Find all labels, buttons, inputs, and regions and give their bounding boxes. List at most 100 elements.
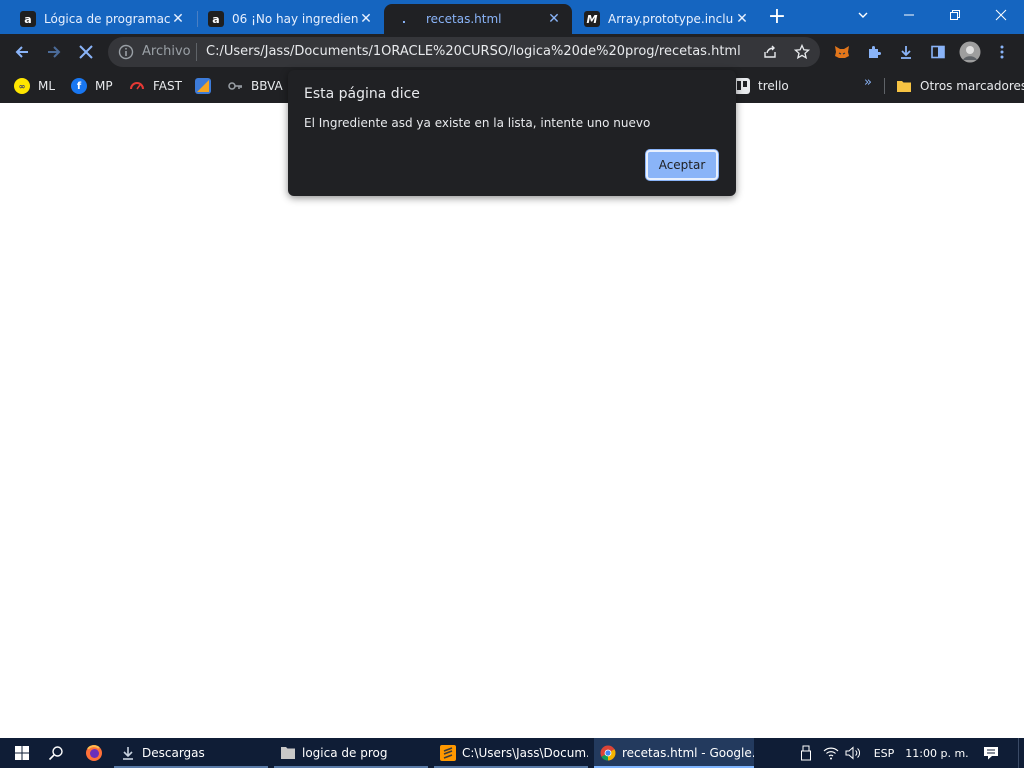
bookmark-trello[interactable]: trello bbox=[734, 76, 789, 96]
tab-recetas[interactable]: . recetas.html ✕ bbox=[384, 4, 572, 34]
fox-icon bbox=[835, 46, 849, 58]
download-icon bbox=[120, 745, 136, 761]
network-tray-icon[interactable] bbox=[822, 745, 840, 761]
bookmarks-overflow-button[interactable]: » bbox=[864, 75, 872, 90]
speaker-icon bbox=[845, 746, 860, 760]
back-button[interactable] bbox=[10, 40, 34, 64]
trello-icon bbox=[734, 78, 750, 94]
taskbar-item-logica[interactable]: logica de prog bbox=[274, 738, 428, 768]
taskbar-item-descargas[interactable]: Descargas bbox=[114, 738, 268, 768]
clock[interactable]: 11:00 p. m. bbox=[902, 745, 972, 761]
tab-strip: a Lógica de programación ✕ a 06 ¡No hay … bbox=[0, 0, 1024, 34]
accept-button[interactable]: Aceptar bbox=[646, 150, 718, 180]
firefox-button[interactable] bbox=[78, 738, 110, 768]
usb-icon bbox=[801, 745, 811, 761]
page-icon: . bbox=[401, 12, 407, 26]
taskbar-item-label: logica de prog bbox=[302, 746, 388, 760]
tab-logica[interactable]: a Lógica de programación ✕ bbox=[8, 4, 196, 34]
close-icon[interactable]: ✕ bbox=[546, 11, 562, 27]
bookmark-bbva[interactable]: BBVA bbox=[227, 76, 283, 96]
show-desktop-button[interactable] bbox=[1018, 738, 1024, 768]
windows-taskbar: Descargas logica de prog C:\Users\Jass\D… bbox=[0, 738, 1024, 768]
notifications-button[interactable] bbox=[980, 745, 1002, 761]
stop-button[interactable] bbox=[74, 40, 98, 64]
folder-icon bbox=[280, 745, 296, 761]
close-icon[interactable]: ✕ bbox=[358, 11, 374, 27]
mercadolibre-icon: ∞ bbox=[14, 78, 30, 94]
taskbar-item-sublime[interactable]: C:\Users\Jass\Docum... bbox=[434, 738, 588, 768]
bookmark-label: BBVA bbox=[251, 79, 283, 93]
facebook-icon: f bbox=[71, 78, 87, 94]
url-text[interactable]: C:/Users/Jass/Documents/1ORACLE%20CURSO/… bbox=[206, 44, 741, 59]
speedometer-icon bbox=[129, 78, 145, 94]
restore-button[interactable] bbox=[932, 0, 978, 30]
metamask-extension-button[interactable] bbox=[832, 42, 852, 62]
share-icon[interactable] bbox=[762, 44, 778, 60]
download-icon bbox=[901, 46, 911, 59]
bookmark-app[interactable] bbox=[195, 76, 211, 96]
dialog-message: El Ingrediente asd ya existe en la lista… bbox=[304, 116, 651, 130]
bookmark-label: MP bbox=[95, 79, 113, 93]
language-indicator[interactable]: ESP bbox=[870, 745, 898, 761]
chrome-icon bbox=[600, 745, 616, 761]
bookmarks-divider bbox=[884, 78, 885, 94]
chrome-menu-button[interactable] bbox=[992, 42, 1012, 62]
puzzle-icon bbox=[869, 46, 881, 58]
info-icon[interactable] bbox=[118, 44, 134, 60]
bookmark-app-icon bbox=[195, 78, 211, 94]
close-window-button[interactable] bbox=[978, 0, 1024, 30]
tab-title: Lógica de programación bbox=[44, 12, 170, 26]
close-icon[interactable]: ✕ bbox=[170, 11, 186, 27]
bookmark-label: FAST bbox=[153, 79, 182, 93]
taskbar-item-label: recetas.html - Google... bbox=[622, 746, 754, 760]
star-icon[interactable] bbox=[794, 44, 810, 60]
bookmark-mp[interactable]: f MP bbox=[71, 76, 113, 96]
tab-title: 06 ¡No hay ingredientes repetidos! bbox=[232, 12, 358, 26]
close-icon bbox=[79, 45, 93, 59]
forward-button[interactable] bbox=[42, 40, 66, 64]
minimize-button[interactable] bbox=[886, 0, 932, 30]
arrow-left-icon bbox=[15, 46, 28, 58]
search-icon bbox=[48, 746, 63, 761]
minimize-icon bbox=[904, 14, 914, 16]
more-vertical-icon bbox=[1000, 45, 1004, 59]
alura-icon: a bbox=[20, 11, 36, 27]
close-icon[interactable]: ✕ bbox=[734, 11, 750, 27]
bookmark-label: ML bbox=[38, 79, 56, 93]
downloads-button[interactable] bbox=[896, 42, 916, 62]
taskbar-item-label: Descargas bbox=[142, 746, 205, 760]
avatar-icon bbox=[959, 41, 981, 63]
profile-avatar[interactable] bbox=[958, 40, 982, 64]
browser-toolbar: Archivo C:/Users/Jass/Documents/1ORACLE%… bbox=[0, 34, 1024, 70]
windows-icon bbox=[15, 746, 29, 760]
usb-tray-icon[interactable] bbox=[798, 745, 814, 761]
omnibox-divider bbox=[196, 43, 197, 61]
wifi-icon bbox=[823, 747, 839, 760]
restore-icon bbox=[950, 10, 960, 20]
bookmark-label: trello bbox=[758, 79, 789, 93]
volume-tray-icon[interactable] bbox=[844, 745, 862, 761]
chevron-down-icon bbox=[858, 12, 868, 18]
address-bar[interactable]: Archivo C:/Users/Jass/Documents/1ORACLE%… bbox=[108, 37, 820, 67]
bookmark-ml[interactable]: ∞ ML bbox=[14, 76, 55, 96]
tab-ingredientes[interactable]: a 06 ¡No hay ingredientes repetidos! ✕ bbox=[196, 4, 384, 34]
taskbar-item-label: C:\Users\Jass\Docum... bbox=[462, 746, 588, 760]
new-tab-button[interactable]: + bbox=[765, 6, 789, 30]
alura-icon: a bbox=[208, 11, 224, 27]
taskbar-item-chrome[interactable]: recetas.html - Google... bbox=[594, 738, 754, 768]
folder-icon bbox=[896, 78, 912, 94]
side-panel-button[interactable] bbox=[928, 42, 948, 62]
search-button[interactable] bbox=[40, 738, 72, 768]
mdn-icon: M bbox=[584, 11, 600, 27]
sublime-icon bbox=[440, 745, 456, 761]
tab-array-includes[interactable]: M Array.prototype.includes() ✕ bbox=[572, 4, 760, 34]
page-content bbox=[0, 103, 1024, 738]
bookmark-fast[interactable]: FAST bbox=[129, 76, 182, 96]
start-button[interactable] bbox=[4, 738, 40, 768]
tab-search-button[interactable] bbox=[840, 0, 886, 30]
extensions-button[interactable] bbox=[864, 42, 884, 62]
url-scheme-label: Archivo bbox=[142, 44, 191, 59]
dialog-title: Esta página dice bbox=[304, 86, 420, 102]
firefox-icon bbox=[86, 745, 102, 761]
other-bookmarks-folder[interactable]: Otros marcadores bbox=[896, 76, 1024, 96]
